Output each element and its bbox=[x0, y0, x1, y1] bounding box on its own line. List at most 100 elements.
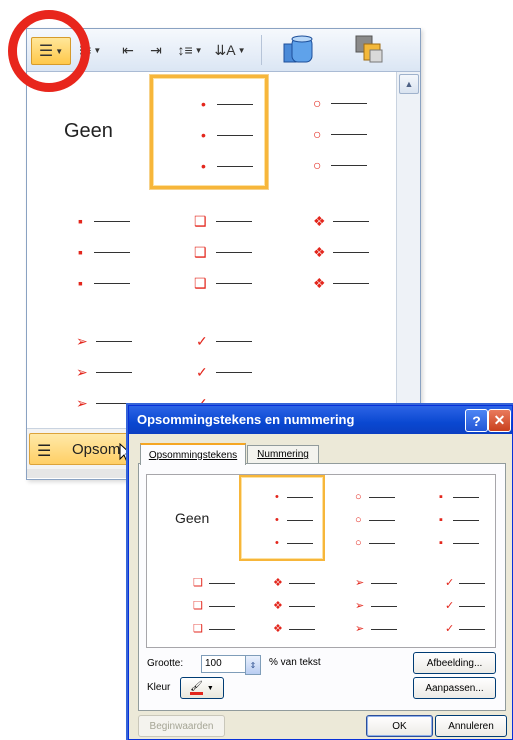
square-bullet-icon: ▪ bbox=[439, 537, 443, 549]
arrow-bullet-icon: ➢ bbox=[355, 577, 365, 589]
arrow-bullet-icon: ➢ bbox=[355, 623, 365, 635]
circle-bullet-icon: ○ bbox=[355, 491, 362, 503]
check-bullet-icon: ✓ bbox=[445, 623, 455, 635]
dialog-cell-arrow[interactable]: ➢ ➢ ➢ bbox=[327, 563, 409, 645]
four-diamond-bullet-icon: ❖ bbox=[313, 275, 326, 291]
scroll-up-icon[interactable]: ▲ bbox=[399, 74, 419, 94]
decrease-indent-icon: ⇤ bbox=[122, 41, 134, 58]
arrange-icon bbox=[355, 35, 383, 63]
dot-bullet-icon: • bbox=[201, 158, 206, 174]
square-bullet-icon: ▪ bbox=[78, 244, 83, 260]
dot-bullet-icon: • bbox=[201, 127, 206, 143]
size-input[interactable]: 100 bbox=[201, 655, 246, 673]
dialog-title: Opsommingstekens en nummering bbox=[137, 412, 355, 427]
square-bullet-icon: ▪ bbox=[439, 514, 443, 526]
dialog-cell-dot[interactable]: • • • bbox=[239, 475, 325, 561]
gallery-cell-arrow[interactable]: ➢ ➢ ➢ bbox=[30, 317, 142, 425]
check-bullet-icon: ✓ bbox=[196, 364, 208, 380]
hollow-square-bullet-icon: ❑ bbox=[193, 623, 203, 635]
gallery-scrollbar[interactable]: ▲ bbox=[396, 72, 420, 427]
hollow-square-bullet-icon: ❑ bbox=[193, 600, 203, 612]
line-spacing-button[interactable]: ↕≡ ▼ bbox=[173, 37, 207, 63]
circle-bullet-icon: ○ bbox=[355, 514, 362, 526]
dialog-cell-circle[interactable]: ○ ○ ○ bbox=[327, 477, 409, 559]
dialog-cell-hollow-square[interactable]: ❑ ❑ ❑ bbox=[149, 563, 235, 645]
dot-bullet-icon: • bbox=[275, 537, 279, 549]
help-icon[interactable]: ? bbox=[465, 409, 488, 432]
dialog-cell-diamond[interactable]: ❖ ❖ ❖ bbox=[239, 563, 321, 645]
circle-bullet-icon: ○ bbox=[313, 157, 322, 173]
ok-button[interactable]: OK bbox=[366, 715, 433, 737]
color-picker-button[interactable]: 🖌 ▼ bbox=[180, 677, 224, 699]
dot-bullet-icon: • bbox=[201, 96, 206, 112]
dialog-cell-check[interactable]: ✓ ✓ ✓ bbox=[411, 563, 493, 645]
tab-numbering[interactable]: Nummering bbox=[247, 445, 319, 464]
size-label: Grootte: bbox=[147, 658, 184, 669]
bullet-gallery-grid: Geen • • • ○ ○ ○ ▪ ▪ ▪ ❑ ❑ ❑ ❖ ❖ ❖ ➢ ➢ ➢… bbox=[27, 72, 395, 427]
shapes-button[interactable] bbox=[279, 33, 319, 67]
tab-label: Opsommingstekens bbox=[148, 449, 238, 461]
tab-bullets[interactable]: Opsommingstekens bbox=[140, 443, 246, 465]
picture-button[interactable]: Afbeelding... bbox=[413, 652, 496, 674]
four-diamond-bullet-icon: ❖ bbox=[273, 623, 283, 635]
gallery-cell-diamond[interactable]: ❖ ❖ ❖ bbox=[273, 197, 385, 305]
dot-bullet-icon: • bbox=[275, 514, 279, 526]
cancel-button[interactable]: Annuleren bbox=[435, 715, 507, 737]
dropdown-arrow-icon: ▼ bbox=[206, 684, 214, 692]
four-diamond-bullet-icon: ❖ bbox=[313, 213, 326, 229]
square-bullet-icon: ▪ bbox=[78, 213, 83, 229]
square-bullet-icon: ▪ bbox=[439, 491, 443, 503]
arrow-bullet-icon: ➢ bbox=[76, 364, 88, 380]
line-spacing-icon: ↕≡ bbox=[177, 42, 193, 58]
hollow-square-bullet-icon: ❑ bbox=[194, 244, 207, 260]
circle-bullet-icon: ○ bbox=[313, 95, 322, 111]
reset-button[interactable]: Beginwaarden bbox=[138, 715, 225, 737]
dialog-bullet-grid: Geen • • • ○ ○ ○ ▪ ▪ ▪ ❑ ❑ ❑ ❖ ❖ ❖ ➢ ➢ ➢… bbox=[146, 474, 496, 648]
hollow-square-bullet-icon: ❑ bbox=[194, 213, 207, 229]
circle-bullet-icon: ○ bbox=[313, 126, 322, 142]
gallery-cell-dot[interactable]: • • • bbox=[150, 75, 268, 189]
tab-panel: Geen • • • ○ ○ ○ ▪ ▪ ▪ ❑ ❑ ❑ ❖ ❖ ❖ ➢ ➢ ➢… bbox=[138, 463, 506, 711]
check-bullet-icon: ✓ bbox=[445, 600, 455, 612]
gallery-none-label: Geen bbox=[64, 119, 113, 142]
menu-item-label: Opsom bbox=[72, 441, 121, 458]
hollow-square-bullet-icon: ❑ bbox=[194, 275, 207, 291]
square-bullet-icon: ▪ bbox=[78, 275, 83, 291]
dot-bullet-icon: • bbox=[275, 491, 279, 503]
increase-indent-icon: ⇥ bbox=[150, 41, 162, 58]
bullets-icon: ☰ bbox=[37, 443, 52, 460]
four-diamond-bullet-icon: ❖ bbox=[273, 600, 283, 612]
gallery-cell-circle[interactable]: ○ ○ ○ bbox=[273, 77, 385, 185]
increase-indent-button[interactable]: ⇥ bbox=[143, 37, 169, 63]
shape-icon bbox=[283, 35, 313, 63]
text-direction-icon: ⇊A bbox=[214, 41, 236, 58]
check-bullet-icon: ✓ bbox=[196, 333, 208, 349]
close-icon[interactable]: ✕ bbox=[488, 409, 511, 432]
text-direction-button[interactable]: ⇊A ▼ bbox=[213, 37, 247, 63]
dialog-cell-square[interactable]: ▪ ▪ ▪ bbox=[411, 477, 493, 559]
customize-button[interactable]: Aanpassen... bbox=[413, 677, 496, 699]
highlight-circle bbox=[8, 10, 90, 92]
check-bullet-icon: ✓ bbox=[445, 577, 455, 589]
dialog-none-label: Geen bbox=[175, 510, 210, 526]
four-diamond-bullet-icon: ❖ bbox=[273, 577, 283, 589]
circle-bullet-icon: ○ bbox=[355, 537, 362, 549]
toolbar-separator bbox=[261, 35, 262, 65]
tab-label: Nummering bbox=[257, 449, 309, 460]
decrease-indent-button[interactable]: ⇤ bbox=[115, 37, 141, 63]
four-diamond-bullet-icon: ❖ bbox=[313, 244, 326, 260]
gallery-cell-none[interactable]: Geen bbox=[30, 77, 142, 185]
spinner-icon[interactable]: ⇕ bbox=[245, 655, 261, 675]
size-unit-label: % van tekst bbox=[269, 657, 321, 668]
arrow-bullet-icon: ➢ bbox=[76, 333, 88, 349]
bullets-numbering-dialog: Opsommingstekens en nummering ? ✕ Opsomm… bbox=[128, 405, 513, 740]
gallery-cell-square[interactable]: ▪ ▪ ▪ bbox=[30, 197, 142, 305]
gallery-cell-hollow-square[interactable]: ❑ ❑ ❑ bbox=[150, 197, 262, 305]
arrow-bullet-icon: ➢ bbox=[76, 395, 88, 411]
dialog-cell-none[interactable]: Geen bbox=[149, 477, 231, 559]
dialog-titlebar: Opsommingstekens en nummering ? ✕ bbox=[129, 406, 512, 434]
hollow-square-bullet-icon: ❑ bbox=[193, 577, 203, 589]
color-label: Kleur bbox=[147, 682, 171, 693]
arrange-button[interactable] bbox=[349, 33, 389, 67]
font-color-icon: 🖌 bbox=[190, 681, 203, 695]
